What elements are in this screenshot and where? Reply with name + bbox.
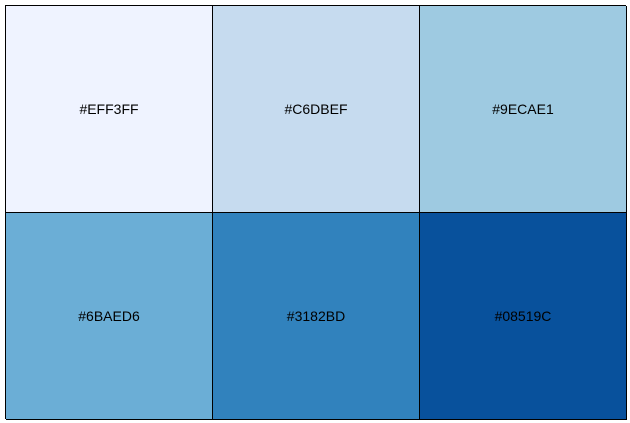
swatch-hex-label: #08519C [494,308,552,324]
color-swatch: #9ECAE1 [420,6,627,213]
swatch-hex-label: #EFF3FF [79,101,139,117]
color-swatch: #EFF3FF [6,6,213,213]
color-swatch: #C6DBEF [213,6,420,213]
swatch-hex-label: #3182BD [286,308,346,324]
color-palette-grid: #EFF3FF #C6DBEF #9ECAE1 #6BAED6 #3182BD … [5,5,627,420]
swatch-hex-label: #6BAED6 [78,308,140,324]
color-swatch: #6BAED6 [6,213,213,420]
swatch-hex-label: #C6DBEF [284,101,348,117]
color-swatch: #3182BD [213,213,420,420]
swatch-hex-label: #9ECAE1 [492,101,554,117]
color-swatch: #08519C [420,213,627,420]
